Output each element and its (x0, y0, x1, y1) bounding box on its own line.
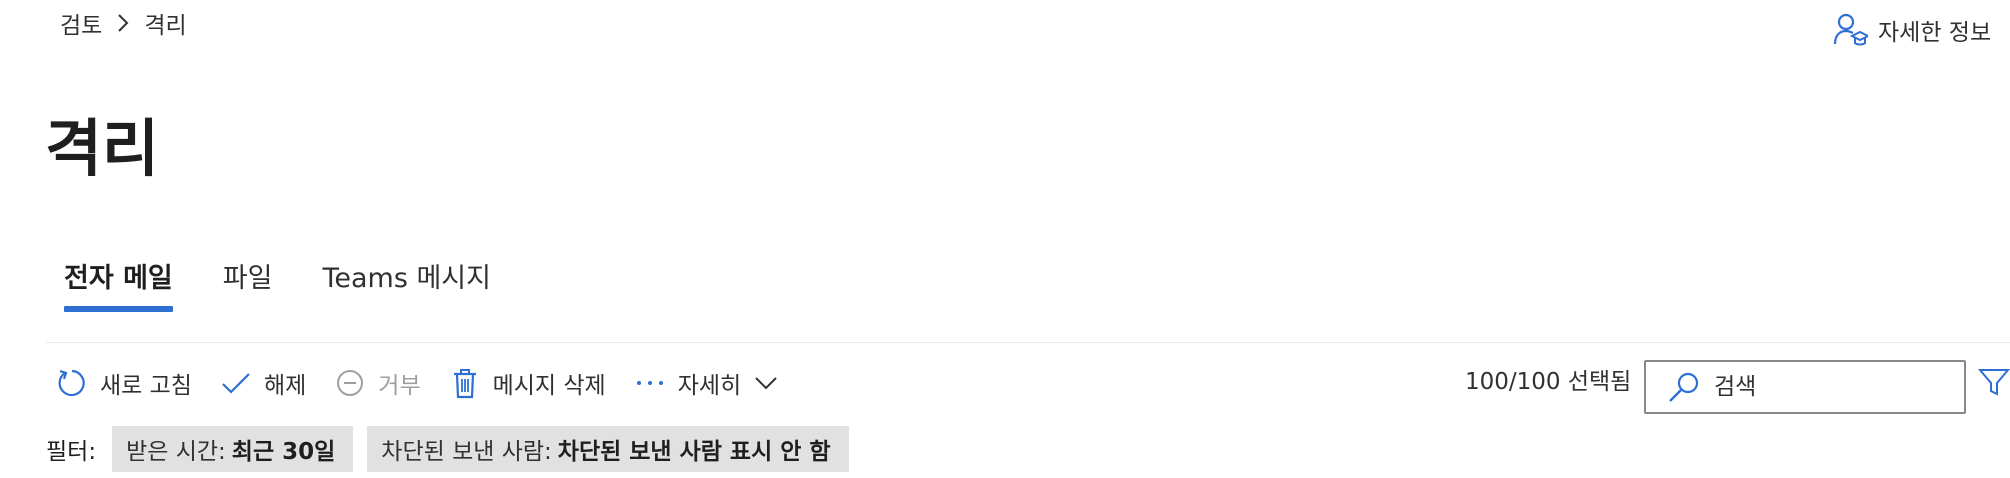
delete-messages-label: 메시지 삭제 (492, 373, 606, 399)
selected-count: 100/100 선택됨 (1465, 369, 1632, 395)
page-title: 격리 (45, 112, 160, 185)
tab-files[interactable]: 파일 (205, 246, 291, 304)
divider (46, 342, 2010, 343)
breadcrumb-item-quarantine: 격리 (144, 13, 187, 39)
filter-chip-blocked-sender[interactable]: 차단된 보낸 사람: 차단된 보낸 사람 표시 안 함 (367, 426, 849, 472)
filter-label: 필터: (46, 439, 97, 465)
tab-teams-messages[interactable]: Teams 메시지 (304, 246, 509, 304)
more-button[interactable]: 자세히 (634, 366, 779, 400)
more-dots-icon (634, 367, 666, 399)
refresh-icon (56, 367, 88, 399)
search-input[interactable] (1712, 373, 1946, 401)
breadcrumb-item-review[interactable]: 검토 (60, 6, 102, 40)
tab-email[interactable]: 전자 메일 (46, 246, 191, 312)
trash-icon (449, 367, 481, 399)
delete-messages-button[interactable]: 메시지 삭제 (449, 366, 606, 400)
release-label: 해제 (263, 373, 307, 399)
filter-settings-icon[interactable] (1977, 364, 2010, 400)
filter-chip-key: 받은 시간: (126, 439, 226, 465)
tab-bar: 전자 메일 파일 Teams 메시지 (46, 246, 509, 314)
deny-button[interactable]: 거부 (334, 366, 421, 400)
checkmark-icon (220, 367, 252, 399)
more-label: 자세히 (677, 373, 742, 399)
filter-bar: 필터: 받은 시간: 최근 30일 차단된 보낸 사람: 차단된 보낸 사람 표… (46, 426, 863, 472)
release-button[interactable]: 해제 (220, 366, 306, 400)
search-box[interactable] (1644, 360, 1966, 414)
filter-chip-received-time[interactable]: 받은 시간: 최근 30일 (112, 426, 354, 472)
filter-chip-key: 차단된 보낸 사람: (381, 439, 552, 465)
deny-label: 거부 (378, 373, 421, 399)
learning-person-icon (1832, 12, 1871, 48)
refresh-button[interactable]: 새로 고침 (56, 366, 192, 400)
filter-chip-value: 차단된 보낸 사람 표시 안 함 (557, 439, 831, 465)
breadcrumb: 검토 격리 (60, 6, 187, 40)
filter-chip-value: 최근 30일 (231, 439, 336, 465)
learn-more-link[interactable]: 자세한 정보 (1832, 10, 1991, 50)
toolbar: 새로 고침 해제 거부 메시지 삭제 자세히 (56, 362, 807, 404)
chevron-right-icon (102, 12, 144, 34)
chevron-down-icon (753, 370, 779, 396)
learn-more-label: 자세한 정보 (1878, 20, 1992, 46)
refresh-label: 새로 고침 (100, 373, 192, 399)
block-icon (334, 367, 366, 399)
search-icon (1666, 369, 1702, 405)
